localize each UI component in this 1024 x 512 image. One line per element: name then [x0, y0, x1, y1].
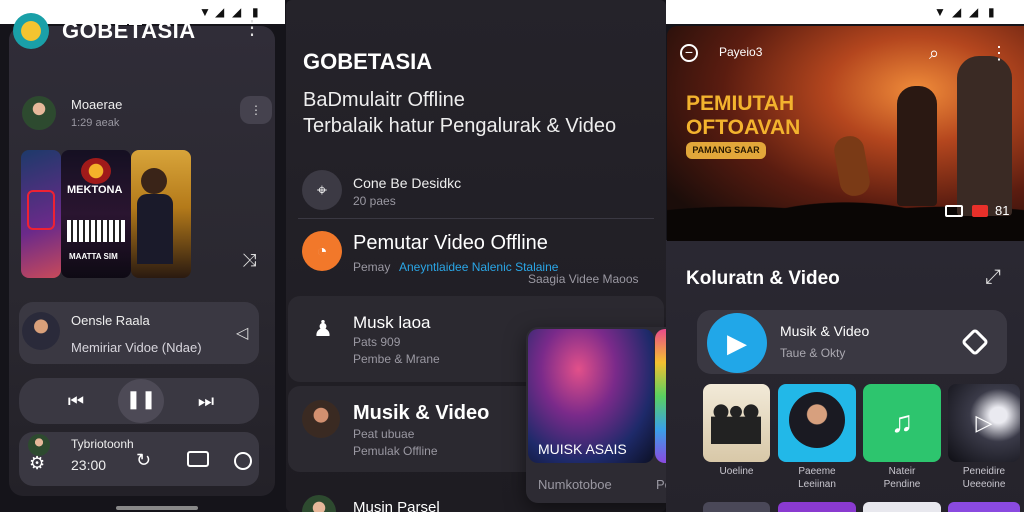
tile-peek	[948, 502, 1020, 512]
row-title: Musin Parsel	[353, 499, 440, 512]
back-icon[interactable]: −	[680, 44, 698, 62]
row-sub: Pembe & Mrane	[353, 352, 440, 366]
location-icon[interactable]: ⌖	[302, 170, 342, 210]
refresh-icon[interactable]: ↻	[136, 450, 151, 471]
bottom-row-sub: 23:00	[71, 457, 107, 473]
tile-peek	[703, 502, 770, 512]
album-cover-main[interactable]: MEKTONA MAATTA SIM	[61, 150, 131, 278]
divider	[298, 218, 654, 219]
home-indicator	[116, 506, 198, 510]
track-title: Oensle Raala	[71, 313, 150, 328]
hero-counter: 81	[995, 203, 1010, 218]
share-icon[interactable]: ◁	[236, 323, 248, 343]
signal-icon: ◢	[952, 5, 962, 19]
tile-label: Pendine	[883, 479, 921, 490]
status-bar-right: ▼ ◢ ◢ ▮	[666, 0, 1024, 24]
album-subtitle: MAATTA SIM	[69, 252, 118, 261]
avatar	[22, 96, 56, 130]
now-row-sub: 1:29 aeak	[71, 117, 120, 129]
message-icon[interactable]: ◔	[302, 231, 342, 271]
row-sub: Saagia Videe Maoos	[528, 272, 639, 286]
tile-peek	[863, 502, 941, 512]
row-title: Musk laoa	[353, 313, 431, 332]
hero-title-line1: PEMIUTAH	[686, 92, 795, 115]
hero-top-label: Payeio3	[719, 45, 763, 59]
album-title: MEKTONA	[67, 184, 123, 196]
popup-art[interactable]: MUISK ASAIS	[528, 329, 654, 463]
row-sub: Pemulak Offline	[353, 444, 438, 458]
tile-label: Nateir	[888, 466, 916, 477]
circle-icon[interactable]	[234, 452, 252, 470]
person-icon: ♟	[313, 316, 333, 341]
row-sub: Pemay	[353, 260, 391, 274]
tile-image[interactable]	[778, 384, 856, 462]
tile-peek	[778, 502, 856, 512]
bottom-row-title: Tybriotoonh	[71, 437, 134, 451]
tile-label: Ueeeoine	[962, 479, 1006, 490]
shuffle-icon[interactable]: ⤨	[242, 250, 256, 271]
skip-previous-icon[interactable]: ⏮	[56, 381, 96, 421]
avatar	[302, 400, 340, 438]
tile-label: Peneidire	[962, 466, 1006, 477]
heading-line2: Terbalaik hatur Pengalurak & Video	[303, 115, 617, 137]
app-title: GOBETASIA	[62, 18, 196, 43]
player-title: Musik & Video	[780, 323, 870, 339]
avatar	[22, 312, 60, 350]
gear-icon[interactable]: ⚙	[29, 453, 45, 474]
app-title: GOBETASIA	[303, 49, 433, 74]
battery-icon: ▮	[988, 5, 995, 19]
tile-label: Leeiinan	[798, 479, 836, 490]
now-row-title: Moaerae	[71, 97, 123, 112]
expand-icon[interactable]: ⤢	[985, 266, 1001, 289]
popup-footer-left: Numkotoboe	[538, 477, 612, 492]
row-sub: Peat ubuae	[353, 427, 415, 441]
play-button[interactable]: ▶	[707, 313, 767, 373]
skip-next-icon[interactable]: ⏭	[186, 381, 226, 421]
signal-icon: ◢	[215, 5, 225, 19]
row-sub: 20 paes	[353, 194, 396, 208]
app-logo	[13, 13, 49, 49]
record-icon[interactable]	[972, 205, 988, 217]
tile-image[interactable]	[703, 384, 770, 462]
wifi-icon: ▼	[199, 5, 211, 19]
popup-art-label: MUISK ASAIS	[538, 441, 627, 457]
signal-icon: ◢	[232, 5, 242, 19]
signal-icon: ◢	[969, 5, 979, 19]
tile-image[interactable]: ♫	[863, 384, 941, 462]
track-sub: Memiriar Vidoe (Ndae)	[71, 340, 202, 355]
row-title: Cone Be Desidkc	[353, 175, 462, 191]
more-button[interactable]: ⋮	[240, 96, 272, 124]
album-cover-small[interactable]	[21, 150, 61, 278]
heading-line1: BaDmulaitr Offline	[303, 89, 465, 111]
row-title: Musik & Video	[353, 402, 490, 424]
pause-button[interactable]: ❚❚	[118, 379, 164, 423]
hero-title-line2: OFTOAVAN	[686, 116, 801, 139]
cast-icon[interactable]	[945, 205, 963, 217]
tile-label: Paeeme	[798, 466, 836, 477]
screen-icon[interactable]	[187, 451, 209, 467]
row-sub: Pats 909	[353, 335, 401, 349]
album-cover-right[interactable]	[131, 150, 191, 278]
wifi-icon: ▼	[934, 5, 946, 19]
tile-image[interactable]: ▷	[948, 384, 1020, 462]
row-title: Pemutar Video Offline	[353, 232, 548, 254]
kebab-icon[interactable]: ⋮	[242, 18, 262, 38]
tile-label: Uoeline	[719, 466, 754, 477]
search-icon[interactable]: ⌕	[929, 43, 939, 64]
section-title: Koluratn & Video	[686, 268, 840, 289]
player-sub: Taue & Okty	[780, 346, 846, 360]
kebab-icon[interactable]: ⋮	[990, 43, 1008, 64]
hero-badge[interactable]: PAMANG SAAR	[686, 142, 766, 159]
